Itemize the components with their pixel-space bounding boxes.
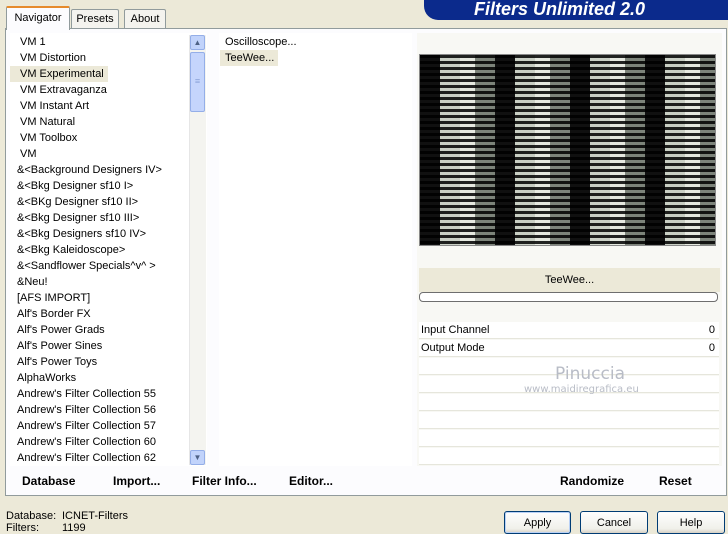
status-database: Database: ICNET-Filters <box>6 510 128 522</box>
param-row[interactable]: Output Mode 0 <box>419 340 719 357</box>
category-item[interactable]: &<Sandflower Specials^v^ > <box>10 258 188 274</box>
param-value[interactable]: 0 <box>709 322 715 339</box>
category-item[interactable]: &<Bkg Designers sf10 IV> <box>10 226 188 242</box>
watermark-url: www.maidiregrafica.eu <box>524 384 639 395</box>
randomize-button[interactable]: Randomize <box>560 474 624 488</box>
status-filters-value: 1199 <box>62 522 86 534</box>
category-item[interactable]: &<Background Designers IV> <box>10 162 188 178</box>
param-value[interactable]: 0 <box>709 340 715 357</box>
tab-navigator[interactable]: Navigator <box>6 6 70 30</box>
category-item[interactable]: &Neu! <box>10 274 188 290</box>
category-item[interactable]: Andrew's Filter Collection 60 <box>10 434 188 450</box>
tab-about[interactable]: About <box>124 9 166 29</box>
scroll-thumb[interactable]: ≡ <box>190 52 205 112</box>
category-item[interactable]: VM Experimental <box>10 66 108 82</box>
category-item[interactable]: Andrew's Filter Collection 57 <box>10 418 188 434</box>
category-item[interactable]: Alf's Power Sines <box>10 338 188 354</box>
category-item[interactable]: &<Bkg Designer sf10 III> <box>10 210 188 226</box>
import-button[interactable]: Import... <box>113 474 160 488</box>
filter-info-button[interactable]: Filter Info... <box>192 474 257 488</box>
category-item[interactable]: VM Natural <box>10 114 188 130</box>
param-empty-row <box>419 448 719 465</box>
category-item[interactable]: [AFS IMPORT] <box>10 290 188 306</box>
category-item[interactable]: Alf's Border FX <box>10 306 188 322</box>
scroll-down-icon[interactable]: ▼ <box>190 450 205 465</box>
category-item[interactable]: Alf's Power Grads <box>10 322 188 338</box>
category-list[interactable]: VM 1 VM Distortion VM Experimental VM Extra… <box>10 34 188 466</box>
cancel-button[interactable]: Cancel <box>580 511 648 534</box>
param-row[interactable]: Input Channel 0 <box>419 322 719 339</box>
category-item[interactable]: &<Bkg Kaleidoscope> <box>10 242 188 258</box>
filter-preview-image <box>419 54 716 246</box>
status-filters-label: Filters: <box>6 522 39 534</box>
param-empty-row <box>419 430 719 447</box>
param-label: Input Channel <box>421 324 490 336</box>
category-item[interactable]: Alf's Power Toys <box>10 354 188 370</box>
database-button[interactable]: Database <box>22 474 75 488</box>
filter-item[interactable]: TeeWee... <box>220 50 279 66</box>
param-label: Output Mode <box>421 342 485 354</box>
category-item[interactable]: Andrew's Filter Collection 62 <box>10 450 188 466</box>
title-banner: Filters Unlimited 2.0 <box>424 0 728 20</box>
status-database-label: Database: <box>6 510 57 522</box>
category-item[interactable]: AlphaWorks <box>10 370 188 386</box>
tab-presets[interactable]: Presets <box>71 9 119 29</box>
editor-button[interactable]: Editor... <box>289 474 333 488</box>
category-item[interactable]: VM Instant Art <box>10 98 188 114</box>
category-item[interactable]: VM 1 <box>10 34 188 50</box>
category-item[interactable]: Andrew's Filter Collection 56 <box>10 402 188 418</box>
param-empty-row <box>419 412 719 429</box>
status-filters: Filters: 1199 <box>6 522 86 534</box>
category-item[interactable]: VM Toolbox <box>10 130 188 146</box>
filter-list[interactable]: Oscilloscope... TeeWee... <box>220 34 410 466</box>
apply-button[interactable]: Apply <box>504 511 571 534</box>
param-empty-row <box>419 394 719 411</box>
filter-item[interactable]: Oscilloscope... <box>220 34 410 50</box>
category-item[interactable]: VM Extravaganza <box>10 82 188 98</box>
watermark-name: Pinuccia <box>555 364 625 384</box>
selected-filter-name: TeeWee... <box>419 268 720 292</box>
category-item[interactable]: VM Distortion <box>10 50 188 66</box>
status-database-value: ICNET-Filters <box>62 510 128 522</box>
help-button[interactable]: Help <box>657 511 725 534</box>
progress-bar <box>419 292 718 302</box>
scroll-up-icon[interactable]: ▲ <box>190 35 205 50</box>
reset-button[interactable]: Reset <box>659 474 692 488</box>
app-title: Filters Unlimited 2.0 <box>474 0 646 19</box>
category-item[interactable]: &<BKg Designer sf10 II> <box>10 194 188 210</box>
category-item[interactable]: &<Bkg Designer sf10 I> <box>10 178 188 194</box>
category-item[interactable]: Andrew's Filter Collection 55 <box>10 386 188 402</box>
category-item[interactable]: VM <box>10 146 188 162</box>
